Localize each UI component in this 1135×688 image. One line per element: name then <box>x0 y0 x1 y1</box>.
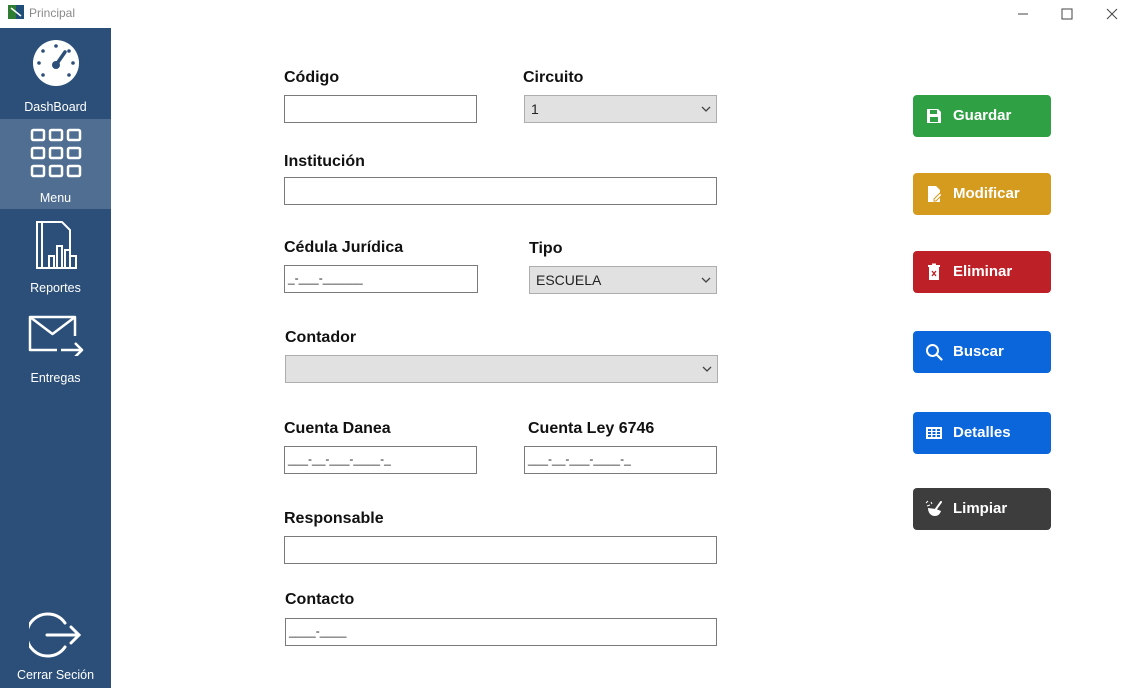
modificar-button[interactable]: Modificar <box>913 173 1051 215</box>
maximize-button[interactable] <box>1044 0 1090 28</box>
sidebar-item-label: DashBoard <box>24 100 87 114</box>
logout-button[interactable]: Cerrar Seción <box>0 598 111 688</box>
search-icon <box>926 344 943 361</box>
contador-select[interactable] <box>285 355 718 383</box>
app-icon <box>8 5 24 19</box>
dashboard-gauge-icon <box>32 40 79 86</box>
detalles-button[interactable]: Detalles <box>913 412 1051 454</box>
contacto-field[interactable]: ____-____ <box>285 618 717 646</box>
sidebar-item-label: Menu <box>39 191 72 205</box>
institucion-field[interactable] <box>284 177 717 205</box>
cedula-field[interactable]: _-___-______ <box>284 265 478 293</box>
mail-send-icon <box>28 315 83 356</box>
limpiar-button[interactable]: Limpiar <box>913 488 1051 530</box>
tipo-select[interactable]: ESCUELA <box>529 266 717 294</box>
sidebar: DashBoard Menu Reportes Entregas Cerrar … <box>0 28 111 688</box>
sidebar-item-label: Entregas <box>30 371 81 385</box>
guardar-label: Guardar <box>953 107 1012 124</box>
tipo-selected: ESCUELA <box>536 272 602 288</box>
sidebar-item-label: Reportes <box>30 281 81 295</box>
circuito-selected: 1 <box>531 101 539 117</box>
buscar-label: Buscar <box>953 343 1004 360</box>
broom-icon <box>925 500 942 516</box>
sidebar-item-reportes[interactable]: Reportes <box>0 209 111 299</box>
buscar-button[interactable]: Buscar <box>913 331 1051 373</box>
grid-menu-icon <box>30 128 81 178</box>
circuito-label: Circuito <box>523 69 584 86</box>
circuito-select[interactable]: 1 <box>524 95 717 123</box>
reports-chart-icon <box>35 221 77 269</box>
chevron-down-icon <box>701 106 711 112</box>
responsable-label: Responsable <box>284 510 384 527</box>
codigo-label: Código <box>284 69 340 86</box>
contador-label: Contador <box>285 329 357 346</box>
eliminar-button[interactable]: Eliminar <box>913 251 1051 293</box>
tipo-label: Tipo <box>529 240 563 257</box>
contacto-label: Contacto <box>285 591 355 608</box>
maximize-icon <box>1061 8 1073 20</box>
cuenta-danea-label: Cuenta Danea <box>284 420 391 437</box>
sidebar-item-dashboard[interactable]: DashBoard <box>0 28 111 118</box>
eliminar-label: Eliminar <box>953 263 1013 280</box>
cuenta-danea-field[interactable]: ___-__-___-____-_ <box>284 446 477 474</box>
chevron-down-icon <box>701 277 711 283</box>
minimize-icon <box>1018 13 1028 15</box>
save-icon <box>927 109 941 123</box>
cedula-label: Cédula Jurídica <box>284 239 404 256</box>
trash-icon <box>928 263 940 280</box>
close-button[interactable] <box>1089 0 1135 28</box>
table-icon <box>926 427 942 439</box>
edit-document-icon <box>928 186 943 202</box>
modificar-label: Modificar <box>953 185 1020 202</box>
chevron-down-icon <box>702 366 712 372</box>
sidebar-item-menu[interactable]: Menu <box>0 119 111 209</box>
detalles-label: Detalles <box>953 424 1011 441</box>
logout-icon <box>28 612 81 658</box>
logout-label: Cerrar Seción <box>16 668 95 682</box>
institucion-label: Institución <box>284 153 365 170</box>
responsable-field[interactable] <box>284 536 717 564</box>
cuenta-ley-field[interactable]: ___-__-___-____-_ <box>524 446 717 474</box>
codigo-field[interactable] <box>284 95 477 123</box>
title-bar: Principal <box>0 0 1135 28</box>
window-title: Principal <box>29 6 76 20</box>
cuenta-ley-label: Cuenta Ley 6746 <box>528 420 655 437</box>
limpiar-label: Limpiar <box>953 500 1008 517</box>
minimize-button[interactable] <box>1000 0 1046 28</box>
sidebar-item-entregas[interactable]: Entregas <box>0 299 111 389</box>
guardar-button[interactable]: Guardar <box>913 95 1051 137</box>
close-icon <box>1106 8 1118 20</box>
